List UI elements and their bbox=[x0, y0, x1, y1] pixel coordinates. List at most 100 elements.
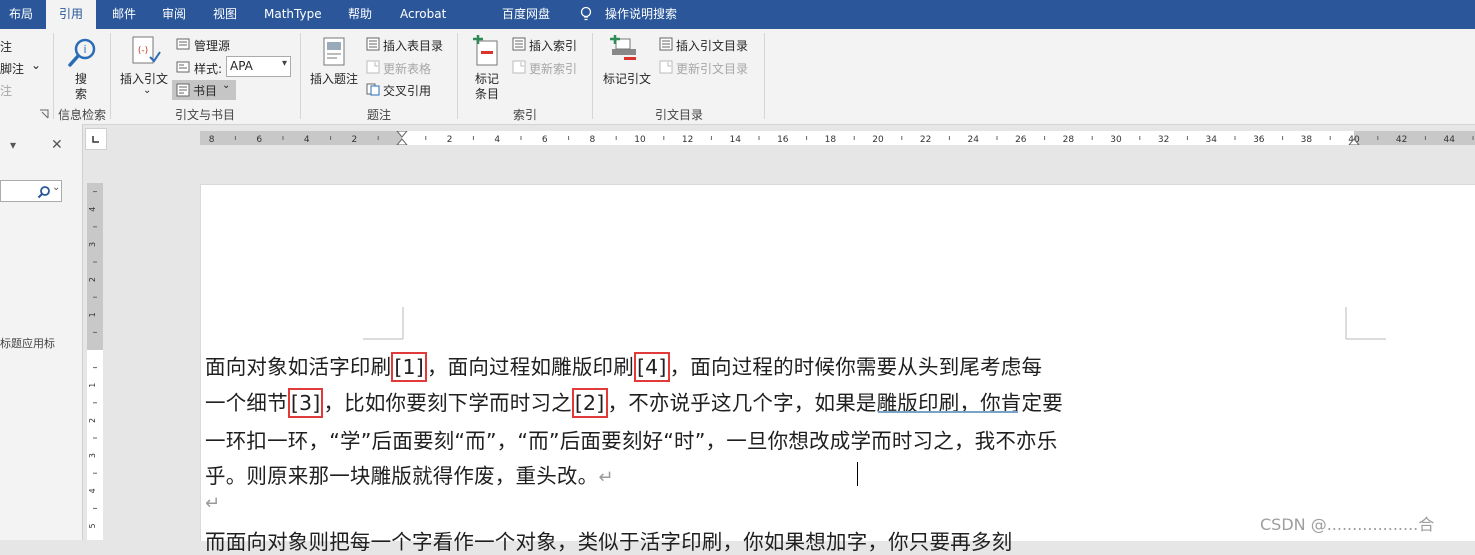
close-icon[interactable]: ✕ bbox=[51, 137, 63, 153]
citation-marker[interactable]: [1] bbox=[391, 352, 427, 382]
text-run: ，面向过程的时候你需要从头到尾考虑每 bbox=[669, 355, 1043, 379]
insert-index-icon bbox=[512, 37, 526, 51]
style-icon bbox=[176, 61, 190, 73]
citation-marker[interactable]: [3] bbox=[287, 388, 324, 418]
nav-hint-text: 标题应用标 bbox=[0, 337, 55, 350]
ruler-tick-label: 4 bbox=[88, 207, 97, 212]
doc-line-6: 而面向对象则把每一个字看作一个对象，类似于活字印刷，你如果想加字，你只要再多刻 bbox=[205, 530, 1013, 554]
group-captions-label: 题注 bbox=[367, 108, 392, 122]
tab-help[interactable]: 帮助 bbox=[348, 0, 372, 29]
ruler-tick-label: 4 bbox=[494, 135, 500, 145]
bibliography-icon bbox=[176, 83, 190, 97]
doc-line-1: 面向对象如活字印刷 [1] ，面向过程如雕版印刷 [4] ，面向过程的时候你需要从头到尾… bbox=[205, 350, 1042, 382]
mark-citation-icon[interactable] bbox=[608, 35, 640, 67]
update-toa-button: 更新引文目录 bbox=[676, 62, 749, 76]
ribbon-tab-bar: 布局 引用 邮件 审阅 视图 MathType 帮助 Acrobat 百度网盘 … bbox=[0, 0, 1475, 29]
tab-references[interactable]: 引用 bbox=[46, 0, 96, 29]
citation-marker[interactable]: [4] bbox=[633, 352, 670, 382]
insert-footnote-button[interactable]: 注 bbox=[0, 38, 12, 55]
cross-reference-button[interactable]: 交叉引用 bbox=[383, 82, 431, 99]
ruler-tick-label: 4 bbox=[304, 135, 310, 145]
bibliography-label: 书目 bbox=[193, 84, 218, 98]
ruler-tick-label: 18 bbox=[825, 135, 837, 145]
ruler-tick-label: 20 bbox=[872, 135, 884, 145]
tell-me-search[interactable]: 操作说明搜索 bbox=[605, 0, 677, 29]
chevron-down-icon[interactable]: ⌄ bbox=[31, 58, 41, 72]
group-citations-label: 引文与书目 bbox=[175, 108, 236, 122]
ruler-tick-label: 34 bbox=[1205, 135, 1217, 145]
citation-marker[interactable]: [2] bbox=[571, 388, 608, 418]
search-button-label-2[interactable]: 索 bbox=[75, 85, 87, 102]
ruler-tick-label: 8 bbox=[590, 135, 596, 145]
ruler-tick-label: 16 bbox=[777, 135, 789, 145]
update-index-button: 更新索引 bbox=[529, 62, 578, 76]
svg-text:i: i bbox=[83, 43, 86, 56]
insert-index-button[interactable]: 插入索引 bbox=[529, 37, 577, 54]
left-tab-icon bbox=[92, 136, 99, 143]
next-footnote-button[interactable]: 脚注 bbox=[0, 60, 24, 77]
doc-line-3: 一环扣一环，“学”后面要刻“而”，“而”后面要刻好“时”，一旦你想改成学而时习之… bbox=[205, 429, 1058, 453]
mark-entry-icon[interactable] bbox=[471, 35, 501, 67]
tab-layout[interactable]: 布局 bbox=[9, 0, 33, 29]
insert-citation-icon[interactable]: (-) bbox=[131, 35, 161, 69]
text-run: ，比如你要刻下学而时习之 bbox=[323, 391, 572, 415]
text-run: 乎。则原来那一块雕版就得作废，重头改。 bbox=[205, 464, 599, 488]
ruler-tick-label: 26 bbox=[1015, 135, 1027, 145]
mark-entry-label-2[interactable]: 条目 bbox=[475, 85, 499, 102]
ruler-tick-label: 1 bbox=[88, 312, 97, 317]
doc-line-4: 乎。则原来那一块雕版就得作废，重头改。↵ bbox=[205, 459, 614, 489]
citation-style-value: APA bbox=[230, 59, 253, 73]
manage-sources-button[interactable]: 管理源 bbox=[194, 37, 230, 54]
ruler-tick-label: 3 bbox=[88, 453, 97, 458]
ruler-tick-label: 38 bbox=[1301, 135, 1313, 145]
text-run: ，面向过程如雕版印刷 bbox=[426, 355, 634, 379]
update-toa-icon bbox=[659, 60, 673, 74]
style-label: 样式: bbox=[194, 62, 223, 76]
lightbulb-icon bbox=[580, 6, 592, 21]
tab-baidu-netdisk[interactable]: 百度网盘 bbox=[502, 0, 550, 29]
ruler-tick-label: 14 bbox=[729, 135, 741, 145]
insert-toa-button[interactable]: 插入引文目录 bbox=[676, 37, 748, 54]
tab-view[interactable]: 视图 bbox=[213, 0, 237, 29]
grammar-underline bbox=[878, 411, 1018, 413]
chevron-down-icon[interactable]: ⌄ bbox=[52, 182, 60, 193]
tab-review[interactable]: 审阅 bbox=[162, 0, 186, 29]
ruler-tick-label: 32 bbox=[1158, 135, 1169, 145]
text-cursor bbox=[857, 462, 858, 486]
tab-acrobat[interactable]: Acrobat bbox=[400, 0, 446, 29]
ruler-tick-label: 6 bbox=[256, 135, 262, 145]
manage-sources-icon bbox=[176, 38, 190, 50]
tab-mailings[interactable]: 邮件 bbox=[112, 0, 136, 29]
mark-citation-button[interactable]: 标记引文 bbox=[603, 70, 651, 87]
empty-paragraph-mark: ↵ bbox=[205, 493, 221, 514]
ruler-tick-label: 24 bbox=[967, 135, 979, 145]
ruler-tick-label: 30 bbox=[1110, 135, 1122, 145]
ruler-tick-label: 2 bbox=[88, 418, 97, 423]
pane-options-dropdown[interactable]: ▾ bbox=[10, 138, 16, 152]
paragraph-mark: ↵ bbox=[598, 467, 614, 488]
insert-caption-button[interactable]: 插入题注 bbox=[310, 70, 358, 87]
table-of-figures-icon bbox=[366, 37, 380, 51]
search-researcher-icon[interactable]: i bbox=[66, 37, 98, 69]
bibliography-button[interactable]: 书目 ⌄ bbox=[172, 80, 236, 100]
horizontal-ruler[interactable]: 8642246810121416182022242628303234363840… bbox=[200, 131, 1475, 145]
ruler-tick-label: 44 bbox=[1443, 135, 1455, 145]
search-icon[interactable] bbox=[37, 185, 51, 199]
nav-search-input[interactable]: ⌄ bbox=[0, 180, 62, 202]
tab-mathtype[interactable]: MathType bbox=[264, 0, 322, 29]
tab-selector[interactable] bbox=[85, 128, 107, 150]
chevron-down-icon[interactable]: ⌄ bbox=[143, 85, 151, 96]
dialog-launcher-icon[interactable] bbox=[39, 109, 49, 119]
ruler-tick-label: 12 bbox=[682, 135, 693, 145]
group-research-label: 信息检索 bbox=[58, 108, 107, 122]
margin-crop-marks bbox=[363, 307, 1386, 340]
chevron-down-icon: ▾ bbox=[281, 58, 287, 69]
navigation-pane: ▾ ✕ ⌄ 标题应用标 bbox=[0, 124, 83, 540]
text-run: 面向对象如活字印刷 bbox=[205, 355, 392, 379]
insert-table-of-figures-button[interactable]: 插入表目录 bbox=[383, 37, 443, 54]
vertical-ruler[interactable]: 4 3 2 1 1 2 3 4 5 bbox=[87, 183, 103, 540]
insert-caption-icon[interactable] bbox=[321, 36, 349, 68]
citation-style-select[interactable]: APA ▾ bbox=[226, 56, 291, 77]
ruler-tick-label: 28 bbox=[1063, 135, 1075, 145]
insert-toa-icon bbox=[659, 37, 673, 51]
